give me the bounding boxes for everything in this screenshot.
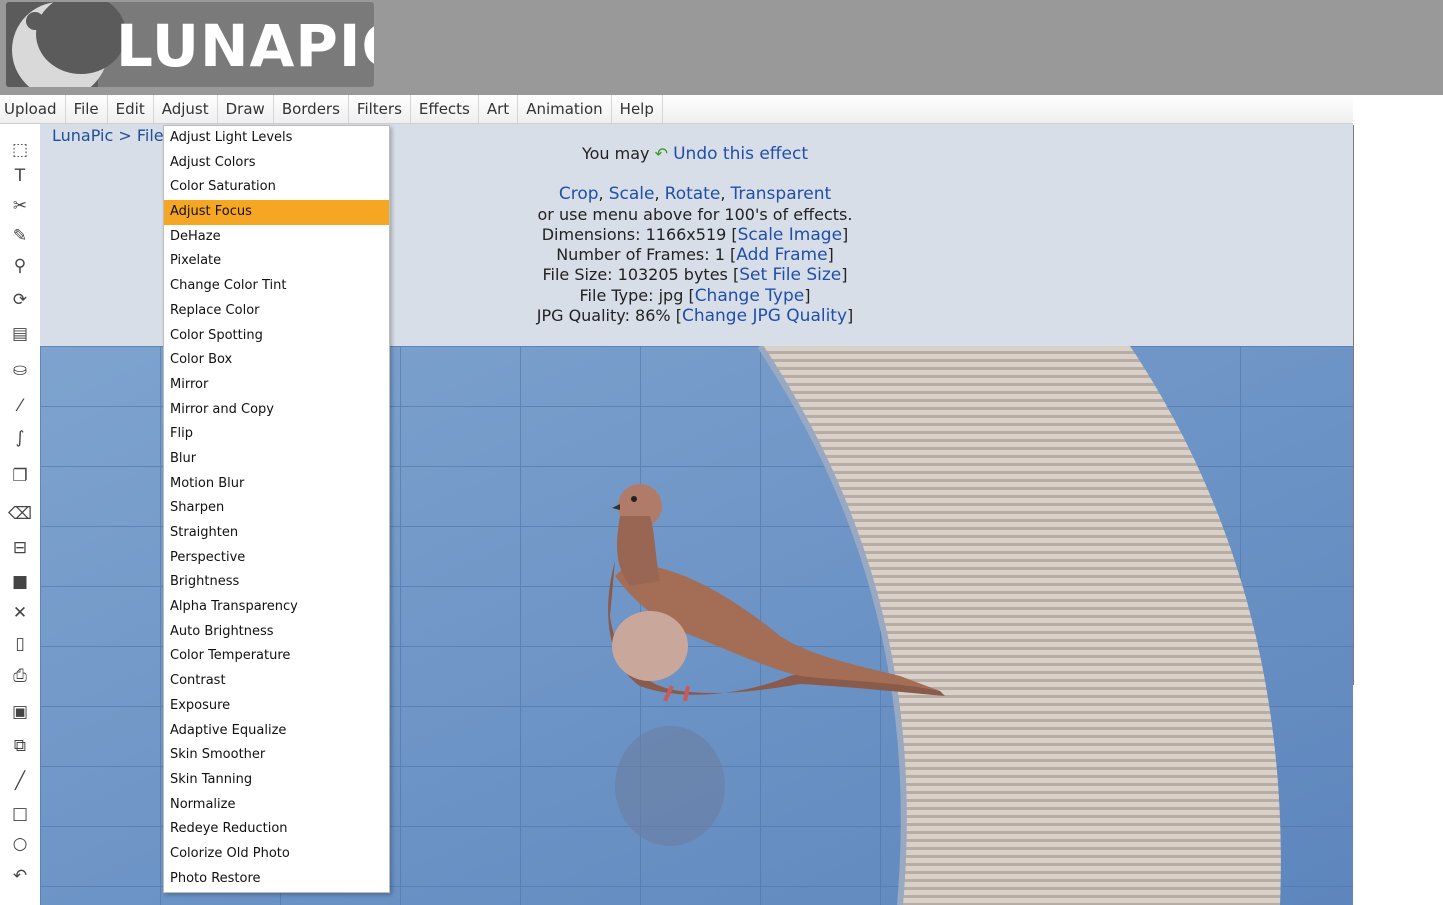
- text-icon[interactable]: T: [8, 164, 32, 188]
- menu-item-color-saturation[interactable]: Color Saturation: [164, 175, 389, 200]
- menu-item-contrast[interactable]: Contrast: [164, 669, 389, 694]
- menu-item-alpha-transparency[interactable]: Alpha Transparency: [164, 595, 389, 620]
- copy-icon[interactable]: ⧉: [8, 734, 32, 758]
- menu-item-replace-color[interactable]: Replace Color: [164, 299, 389, 324]
- menu-upload[interactable]: Upload: [0, 95, 66, 123]
- menu-item-adaptive-equalize[interactable]: Adaptive Equalize: [164, 719, 389, 744]
- breadcrumb-home[interactable]: LunaPic: [52, 126, 113, 145]
- logo-text: LUNAPIC: [116, 12, 374, 80]
- menu-item-colorize-old-photo[interactable]: Colorize Old Photo: [164, 842, 389, 867]
- menu-item-normalize[interactable]: Normalize: [164, 793, 389, 818]
- menu-item-auto-brightness[interactable]: Auto Brightness: [164, 620, 389, 645]
- paste-icon[interactable]: ▣: [8, 700, 32, 724]
- rotate-icon[interactable]: ⟳: [8, 288, 32, 312]
- menu-edit[interactable]: Edit: [108, 95, 154, 123]
- menu-filters[interactable]: Filters: [349, 95, 411, 123]
- menu-item-straighten[interactable]: Straighten: [164, 521, 389, 546]
- menu-item-pixelate[interactable]: Pixelate: [164, 249, 389, 274]
- print-icon[interactable]: ⎙: [8, 664, 32, 688]
- close-icon[interactable]: ✕: [8, 601, 32, 625]
- rectangle-icon[interactable]: □: [8, 802, 32, 826]
- zoom-icon[interactable]: ⚲: [8, 254, 32, 278]
- open-folder-icon[interactable]: ⊟: [8, 536, 32, 560]
- save-icon[interactable]: ■: [8, 570, 32, 594]
- change-jpg-quality-link[interactable]: Change JPG Quality: [682, 306, 847, 326]
- change-type-link[interactable]: Change Type: [695, 286, 805, 306]
- file-size-label: File Size: 103205 bytes: [542, 265, 728, 285]
- eraser-icon[interactable]: ⌫: [8, 502, 32, 526]
- jpg-quality-label: JPG Quality: 86%: [536, 306, 671, 326]
- scissors-icon[interactable]: ✂: [8, 194, 32, 218]
- moon-logo-icon: [6, 2, 126, 87]
- menu-item-brightness[interactable]: Brightness: [164, 570, 389, 595]
- menu-effects[interactable]: Effects: [411, 95, 479, 123]
- scale-image-link[interactable]: Scale Image: [738, 225, 842, 245]
- menu-item-motion-blur[interactable]: Motion Blur: [164, 472, 389, 497]
- layers-icon[interactable]: ❐: [8, 464, 32, 488]
- breadcrumb: LunaPic > File: [52, 126, 164, 145]
- menu-item-color-spotting[interactable]: Color Spotting: [164, 324, 389, 349]
- breadcrumb-separator: >: [118, 126, 132, 145]
- tool-sidebar: ⬚ T ✂ ✎ ⚲ ⟳ ▤ ⛀ ⁄ ∫ ❐ ⌫ ⊟ ■ ✕ ▯ ⎙ ▣ ⧉ ╱ □ ○ ↶: [0, 124, 40, 905]
- menu-item-photo-restore[interactable]: Photo Restore: [164, 867, 389, 892]
- transparent-link[interactable]: Transparent: [730, 184, 831, 204]
- menu-item-adjust-light-levels[interactable]: Adjust Light Levels: [164, 126, 389, 151]
- eyedropper-icon[interactable]: ⁄: [8, 394, 32, 418]
- select-icon[interactable]: ⬚: [8, 138, 32, 162]
- crop-link[interactable]: Crop: [559, 184, 599, 204]
- menu-item-sharpen[interactable]: Sharpen: [164, 496, 389, 521]
- menu-item-perspective[interactable]: Perspective: [164, 546, 389, 571]
- scale-link[interactable]: Scale: [609, 184, 655, 204]
- dimensions-label: Dimensions: 1166x519: [541, 224, 727, 244]
- menu-item-blur[interactable]: Blur: [164, 447, 389, 472]
- add-frame-link[interactable]: Add Frame: [736, 245, 827, 265]
- file-type-label: File Type: jpg: [579, 285, 684, 305]
- image-info: You may ↶ Undo this effect Crop, Scale, …: [475, 144, 915, 326]
- new-page-icon[interactable]: ▯: [8, 632, 32, 656]
- adjust-dropdown-menu: Adjust Light Levels Adjust Colors Color Sa…: [163, 125, 390, 893]
- rotate-link[interactable]: Rotate: [665, 184, 721, 204]
- menu-item-adjust-focus[interactable]: Adjust Focus: [164, 200, 389, 225]
- frames-label: Number of Frames: 1: [556, 245, 725, 265]
- menu-hint: or use menu above for 100's of effects.: [537, 204, 853, 224]
- menu-borders[interactable]: Borders: [274, 95, 349, 123]
- menu-item-dehaze[interactable]: DeHaze: [164, 225, 389, 250]
- app-header: LUNAPIC: [0, 0, 1443, 95]
- menu-item-color-temperature[interactable]: Color Temperature: [164, 644, 389, 669]
- lunapic-logo[interactable]: LUNAPIC: [6, 2, 374, 87]
- menu-item-adjust-colors[interactable]: Adjust Colors: [164, 151, 389, 176]
- menu-adjust[interactable]: Adjust: [154, 95, 218, 123]
- pencil-icon[interactable]: ✎: [8, 224, 32, 248]
- menu-item-redeye-reduction[interactable]: Redeye Reduction: [164, 817, 389, 842]
- undo-icon[interactable]: ↶: [8, 864, 32, 888]
- circle-icon[interactable]: ○: [8, 832, 32, 856]
- undo-effect-link[interactable]: Undo this effect: [673, 144, 808, 164]
- right-margin: [1353, 95, 1443, 905]
- menu-item-exposure[interactable]: Exposure: [164, 694, 389, 719]
- undo-prefix: You may: [581, 144, 650, 163]
- menu-help[interactable]: Help: [612, 95, 663, 123]
- gradient-icon[interactable]: ▤: [8, 322, 32, 346]
- line-icon[interactable]: ╱: [8, 769, 32, 793]
- breadcrumb-current[interactable]: File: [137, 126, 164, 145]
- set-file-size-link[interactable]: Set File Size: [739, 265, 841, 285]
- menu-item-mirror[interactable]: Mirror: [164, 373, 389, 398]
- menu-file[interactable]: File: [66, 95, 108, 123]
- menu-item-skin-tanning[interactable]: Skin Tanning: [164, 768, 389, 793]
- menu-draw[interactable]: Draw: [218, 95, 274, 123]
- undo-arrow-icon: ↶: [654, 144, 669, 163]
- menu-item-skin-smoother[interactable]: Skin Smoother: [164, 743, 389, 768]
- menu-item-color-box[interactable]: Color Box: [164, 348, 389, 373]
- menu-animation[interactable]: Animation: [518, 95, 612, 123]
- menu-item-mirror-and-copy[interactable]: Mirror and Copy: [164, 398, 389, 423]
- main-menubar: Upload File Edit Adjust Draw Borders Filters Ef…: [0, 95, 1353, 124]
- menu-item-flip[interactable]: Flip: [164, 422, 389, 447]
- brush-icon[interactable]: ∫: [8, 426, 32, 450]
- menu-art[interactable]: Art: [479, 95, 519, 123]
- paint-bucket-icon[interactable]: ⛀: [8, 358, 32, 382]
- menu-item-change-color-tint[interactable]: Change Color Tint: [164, 274, 389, 299]
